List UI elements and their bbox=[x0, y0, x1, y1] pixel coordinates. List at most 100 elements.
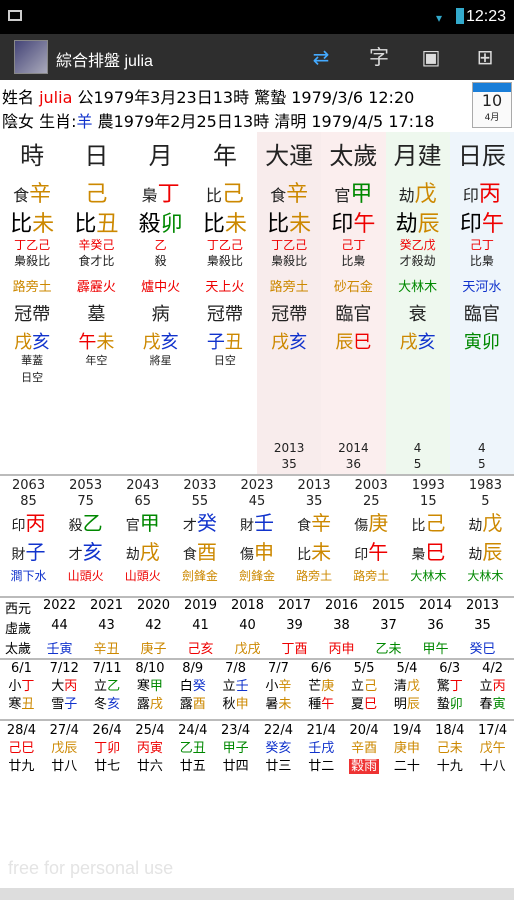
branch: 午 bbox=[321, 697, 335, 712]
liunian-age: 37 bbox=[380, 618, 397, 633]
stem: 甲 bbox=[139, 511, 160, 535]
life-phase: 臨官 bbox=[335, 304, 372, 325]
switch-icon[interactable]: ⇄ bbox=[308, 44, 334, 70]
lunar-day: 廿九 bbox=[0, 758, 43, 776]
month-date: 4/2 bbox=[482, 661, 504, 676]
term-char: 夏 bbox=[351, 697, 365, 712]
stem: 甲 bbox=[149, 679, 163, 694]
dayun-branch: 才亥 bbox=[57, 539, 114, 568]
app-logo[interactable] bbox=[14, 40, 48, 74]
lunar-label: 廿七 bbox=[94, 759, 121, 774]
hidden-gods: 比梟 bbox=[469, 254, 494, 268]
pillar-column: 日辰 印丙 印午 己丁 比梟 天河水 臨官 寅卯 4 5 bbox=[449, 132, 514, 474]
month-date: 6/6 bbox=[310, 661, 332, 676]
ten-god: 食 bbox=[297, 518, 312, 534]
month-term-1: 小辛 bbox=[257, 678, 300, 696]
liunian-row: 虛歲 44 43 42 41 40 39 38 37 36 35 bbox=[0, 618, 514, 638]
ten-god: 傷 bbox=[239, 547, 254, 563]
branch: 子 bbox=[25, 540, 46, 564]
stem: 乙 bbox=[82, 511, 103, 535]
heavenly-stem: 比己 bbox=[193, 176, 257, 207]
save-icon[interactable]: ▣ bbox=[418, 44, 444, 70]
lunar-label: 十八 bbox=[479, 759, 506, 774]
dayun-stem: 傷庚 bbox=[343, 510, 400, 539]
month-cell: 7/8 立壬 秋申 bbox=[214, 660, 257, 714]
day-ganzhi: 己未 bbox=[436, 741, 463, 756]
day-ganzhi: 辛酉 bbox=[351, 741, 378, 756]
void-branch: 亥 bbox=[160, 332, 179, 353]
dayun-branch: 比未 bbox=[286, 539, 343, 568]
branch: 戌 bbox=[149, 697, 163, 712]
lunar-day: 穀雨 bbox=[343, 758, 386, 776]
lunar-label: 廿三 bbox=[265, 759, 292, 774]
star-note: 日空 bbox=[213, 354, 236, 367]
pillar-heading: 日 bbox=[84, 142, 109, 170]
lunar-label: 廿八 bbox=[51, 759, 78, 774]
branch: 丑 bbox=[96, 212, 119, 237]
status-bar: ▾ 12:23 bbox=[0, 0, 514, 34]
earthly-branch: 印午 bbox=[321, 206, 385, 237]
month-term-1: 立乙 bbox=[86, 678, 129, 696]
divider bbox=[0, 474, 514, 476]
stem: 乙 bbox=[107, 679, 121, 694]
ten-god: 印 bbox=[354, 547, 369, 563]
month-term-2: 種午 bbox=[300, 696, 343, 714]
ten-god: 食 bbox=[270, 186, 287, 205]
add-document-icon[interactable]: ⊞ bbox=[472, 44, 498, 70]
liunian-year: 2013 bbox=[465, 598, 500, 613]
term-char: 芒 bbox=[308, 679, 322, 694]
void-branch: 丑 bbox=[224, 332, 243, 353]
dayun-age: 15 bbox=[420, 494, 437, 509]
earthly-branch: 比丑 bbox=[64, 206, 128, 237]
day-cell: 20/4 辛酉 穀雨 bbox=[343, 722, 386, 776]
lunar-label: 穀雨 bbox=[349, 759, 380, 774]
battery-icon bbox=[456, 8, 464, 24]
stem: 丁 bbox=[21, 679, 35, 694]
liunian-ganzhi: 乙未 bbox=[375, 642, 402, 657]
text-icon[interactable]: 字 bbox=[366, 44, 392, 70]
hidden-gods: 食才比 bbox=[78, 254, 115, 268]
pillar-column: 大運 食辛 比未 丁乙己 梟殺比 路旁土 冠帶 戌亥 2013 35 bbox=[257, 132, 322, 474]
term-char: 露 bbox=[136, 697, 150, 712]
hidden-gods: 殺 bbox=[154, 254, 167, 268]
ten-god: 劫 bbox=[395, 212, 418, 237]
dayun-column: 1993 15 比己 梟巳 大林木 bbox=[400, 478, 457, 584]
dayun-branch: 印午 bbox=[343, 539, 400, 568]
pillar-column: 月建 劫戊 劫辰 癸乙戊 才殺劫 大林木衰戌亥 4 5 bbox=[385, 132, 450, 474]
wifi-icon: ▾ bbox=[436, 11, 443, 25]
life-phase: 冠帶 bbox=[14, 304, 51, 325]
month-cell: 6/3 驚丁 蟄卯 bbox=[428, 660, 471, 714]
void-branches: 午未 bbox=[64, 328, 128, 354]
dayun-branch: 劫戌 bbox=[114, 539, 171, 568]
term-char: 秋 bbox=[222, 697, 236, 712]
term-char: 寒 bbox=[8, 697, 22, 712]
month-cell: 7/12 大丙 雪子 bbox=[43, 660, 86, 714]
day-cell: 23/4 甲子 廿四 bbox=[214, 722, 257, 776]
dayun-year: 2033 bbox=[183, 478, 217, 493]
branch: 申 bbox=[253, 540, 274, 564]
dayun-age: 45 bbox=[248, 494, 266, 509]
hidden-stems: 丁乙己 bbox=[206, 238, 243, 252]
term-char: 立 bbox=[94, 679, 108, 694]
star-notes: 年空 bbox=[64, 352, 128, 369]
stem: 壬 bbox=[235, 679, 249, 694]
day-ganzhi: 丁卯 bbox=[94, 741, 121, 756]
day-ganzhi: 丙寅 bbox=[136, 741, 163, 756]
month-term-2: 秋申 bbox=[214, 696, 257, 714]
year-age-line: 5 bbox=[478, 457, 486, 471]
branch: 酉 bbox=[192, 697, 206, 712]
day-cell: 22/4 癸亥 廿三 bbox=[257, 722, 300, 776]
term-char: 冬 bbox=[94, 697, 108, 712]
ten-god: 官 bbox=[125, 518, 140, 534]
lunar-day: 十九 bbox=[428, 758, 471, 776]
header-row-2: 陰女 生肖:羊 農1979年2月25日13時 清明 1979/4/5 17:18 bbox=[2, 112, 435, 131]
dayun-stem: 劫戊 bbox=[457, 510, 514, 539]
void-branches: 戌亥 bbox=[129, 328, 193, 354]
calendar-icon[interactable]: 10 4月 bbox=[472, 82, 512, 128]
dayun-year: 2053 bbox=[69, 478, 103, 493]
month-term-1: 寒甲 bbox=[129, 678, 172, 696]
month-term-2: 春寅 bbox=[471, 696, 514, 714]
branch: 卯 bbox=[449, 697, 463, 712]
liunian-age: 44 bbox=[51, 618, 68, 633]
dayun-stem: 食辛 bbox=[286, 510, 343, 539]
